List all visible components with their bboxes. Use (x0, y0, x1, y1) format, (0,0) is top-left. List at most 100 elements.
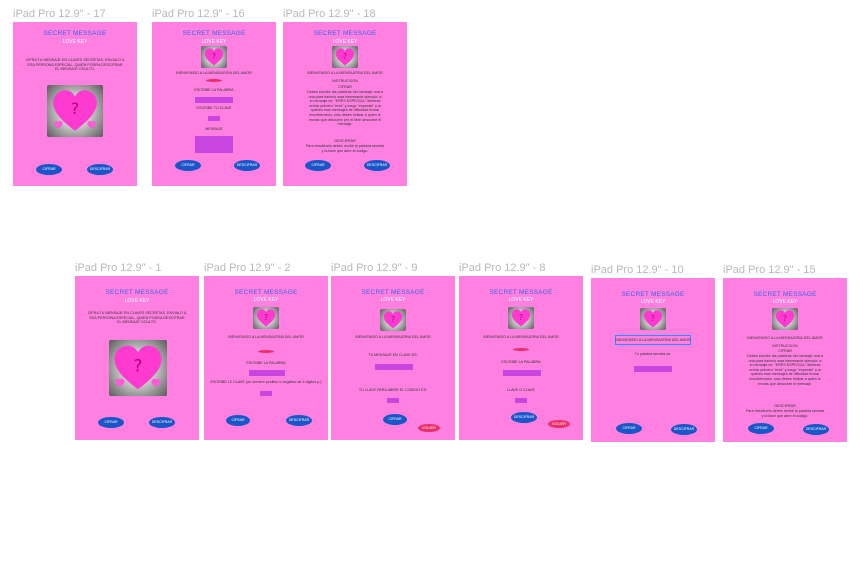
welcome-text: BIENVENIDO A LA MENSAJERIA DEL AMOR (307, 71, 383, 75)
descifrar-heading: DESCIFRAR (334, 139, 356, 143)
app-title: SECRET MESSAGE (313, 30, 377, 37)
encrypted-output (375, 364, 413, 370)
result-label: Tu palabra secreta es: (634, 352, 672, 356)
frame-artboard: SECRET MESSAGE LOVE KEY ? BIENVENIDO A L… (283, 22, 407, 186)
frame-ipad-18[interactable]: iPad Pro 12.9" - 18 SECRET MESSAGE LOVE … (283, 8, 407, 186)
app-title: SECRET MESSAGE (105, 289, 169, 296)
frame-ipad-17[interactable]: iPad Pro 12.9" - 17 SECRET MESSAGE LOVE … (13, 8, 137, 186)
app-subtitle: LOVE KEY (508, 297, 534, 303)
welcome-text: BIENVENIDO A LA MENSAJERIA DEL AMOR (483, 335, 559, 339)
app-title: SECRET MESSAGE (361, 289, 425, 296)
heart-logo-icon: ? (201, 46, 227, 68)
cifrar-button[interactable]: CIFRAR (305, 160, 331, 171)
word-input[interactable] (249, 370, 285, 376)
cifrar-button[interactable]: CIFRAR (748, 423, 774, 434)
frame-artboard: SECRET MESSAGE LOVE KEY ? BIENVENIDO A L… (331, 276, 455, 440)
frame-artboard: SECRET MESSAGE LOVE KEY ? BIENVENIDO A L… (723, 278, 847, 442)
message-output[interactable] (195, 136, 233, 153)
result-label: TU MENSAJE EN CLAVE ES: (368, 353, 418, 357)
svg-text:?: ? (783, 314, 787, 323)
descifrar-button[interactable]: DESCIFRAR (234, 160, 260, 171)
app-subtitle: LOVE KEY (772, 299, 798, 305)
descifrar-button[interactable]: DESCIFRAR (671, 424, 697, 435)
instruction-heading: INSTRUCCION (772, 344, 798, 348)
key-input[interactable] (515, 398, 527, 403)
app-subtitle: LOVE KEY (332, 39, 358, 45)
frame-label: iPad Pro 12.9" - 18 (283, 8, 376, 20)
frame-ipad-16[interactable]: iPad Pro 12.9" - 16 SECRET MESSAGE LOVE … (152, 8, 276, 186)
welcome-text: BIENVENIDO A LA MENSAJERIA DEL AMOR (228, 335, 304, 339)
app-title: SECRET MESSAGE (182, 30, 246, 37)
cifrar-button[interactable]: CIFRAR (616, 423, 642, 434)
frame-label: iPad Pro 12.9" - 8 (459, 262, 546, 274)
app-subtitle: LOVE KEY (253, 297, 279, 303)
decor-pill (513, 348, 529, 351)
frame-artboard: SECRET MESSAGE LOVE KEY ? BIENVENIDO A L… (152, 22, 276, 186)
frame-artboard: SECRET MESSAGE LOVE KEY ? BIENVENIDO A L… (459, 276, 583, 440)
frame-label: iPad Pro 12.9" - 10 (591, 264, 684, 276)
heart-logo-icon: ? (253, 307, 279, 329)
app-subtitle: LOVE KEY (62, 39, 88, 45)
frame-ipad-15[interactable]: iPad Pro 12.9" - 15 SECRET MESSAGE LOVE … (723, 264, 847, 442)
descifrar-button[interactable]: DESCIFRAR (803, 424, 829, 435)
heart-logo-icon: ? (640, 308, 666, 330)
field-label-word: ESCRIBE LA PALABRA (194, 88, 234, 92)
instruction-text: Debes escribir las palabras del mensaje … (747, 354, 823, 386)
descifrar-text: Para descifrarlo debes recibir la palabr… (305, 144, 385, 153)
welcome-text: BIENVENIDO A LA MENSAJERIA DEL AMOR (615, 338, 691, 342)
heart-logo-icon: ? (508, 307, 534, 329)
app-subtitle: LOVE KEY (640, 299, 666, 305)
welcome-text: BIENVENIDO A LA MENSAJERIA DEL AMOR (176, 71, 252, 75)
frame-ipad-10[interactable]: iPad Pro 12.9" - 10 SECRET MESSAGE LOVE … (591, 264, 715, 442)
svg-text:?: ? (391, 315, 395, 324)
app-title: SECRET MESSAGE (489, 289, 553, 296)
heart-logo-icon: ? (47, 85, 103, 137)
cifrar-button[interactable]: CIFRAR (383, 414, 407, 425)
descifrar-button[interactable]: DESCIFRAR (364, 160, 390, 171)
descifrar-button[interactable]: DESCIFRAR (87, 164, 113, 175)
field-label-key: ESCRIBE 1Z CLAVE (un numero positivo o n… (210, 380, 322, 384)
word-input[interactable] (503, 370, 541, 376)
descifrar-button[interactable]: DESCIFRAR (149, 417, 175, 428)
field-label-message: MENSAJE (205, 127, 223, 131)
cifrar-button[interactable]: CIFRAR (98, 417, 124, 428)
descifrar-button[interactable]: DESCIFRAR (286, 415, 312, 426)
frame-artboard: SECRET MESSAGE LOVE KEY ? BIENVENIDO A L… (204, 276, 328, 440)
frame-ipad-9[interactable]: iPad Pro 12.9" - 9 SECRET MESSAGE LOVE K… (331, 262, 455, 440)
intro-text: CIFRA TU MENSAJE EN CLAVES SECRETAS, ENV… (25, 58, 125, 72)
heart-logo-icon: ? (772, 308, 798, 330)
frame-label: iPad Pro 12.9" - 9 (331, 262, 418, 274)
app-title: SECRET MESSAGE (43, 30, 107, 37)
frame-ipad-1[interactable]: iPad Pro 12.9" - 1 SECRET MESSAGE LOVE K… (75, 262, 199, 440)
svg-text:?: ? (134, 355, 143, 375)
frame-label: iPad Pro 12.9" - 1 (75, 262, 162, 274)
key-output (387, 398, 399, 403)
cifrar-button[interactable]: CIFRAR (175, 160, 201, 171)
volver-button[interactable]: VOLVER (548, 420, 570, 428)
frame-ipad-8[interactable]: iPad Pro 12.9" - 8 SECRET MESSAGE LOVE K… (459, 262, 583, 440)
word-input[interactable] (195, 97, 233, 103)
cifrar-heading: CIFRAR (778, 349, 792, 353)
key-input[interactable] (208, 116, 220, 121)
frame-label: iPad Pro 12.9" - 2 (204, 262, 291, 274)
svg-text:?: ? (212, 52, 216, 61)
descifrar-text: Para descifrarlo debes recibir la palabr… (745, 409, 825, 418)
decor-pill (206, 79, 222, 82)
descifrar-heading: DESCIFRAR (774, 404, 796, 408)
field-label-key: LLAVE O CLAVE (507, 388, 535, 392)
app-subtitle: LOVE KEY (380, 297, 406, 303)
descifrar-button[interactable]: DESCIFRAR (511, 412, 537, 423)
svg-text:?: ? (519, 313, 523, 322)
frame-artboard: SECRET MESSAGE LOVE KEY CIFRA TU MENSAJE… (75, 276, 199, 440)
secret-word-output (634, 366, 672, 372)
frame-label: iPad Pro 12.9" - 17 (13, 8, 106, 20)
cifrar-heading: CIFRAR (338, 85, 352, 89)
volver-button[interactable]: VOLVER (418, 424, 440, 432)
cifrar-button[interactable]: CIFRAR (226, 415, 250, 426)
field-label-key: ESCRIBE TU CLAVE (196, 106, 232, 110)
key-result-label: TU LLAVE PARA ABRIR EL CODIGO ES: (358, 388, 428, 392)
key-input[interactable] (260, 391, 272, 396)
frame-label: iPad Pro 12.9" - 15 (723, 264, 816, 276)
frame-ipad-2[interactable]: iPad Pro 12.9" - 2 SECRET MESSAGE LOVE K… (204, 262, 328, 440)
cifrar-button[interactable]: CIFRAR (36, 164, 62, 175)
